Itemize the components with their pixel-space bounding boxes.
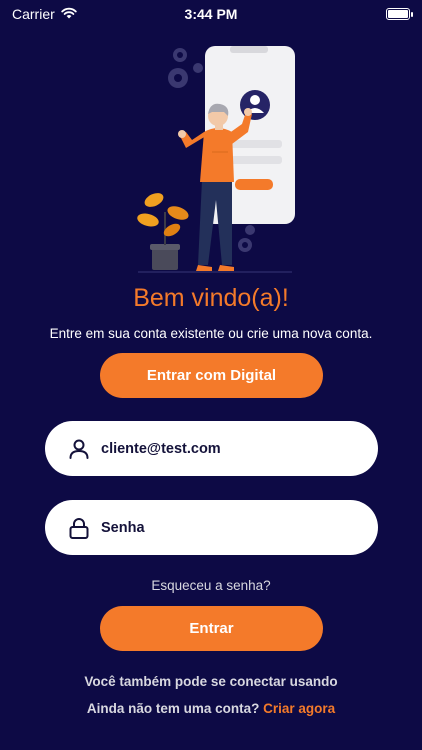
wifi-icon <box>61 6 77 22</box>
password-input[interactable] <box>101 519 341 536</box>
status-left: Carrier <box>12 6 77 22</box>
password-field[interactable] <box>45 500 378 555</box>
status-time: 3:44 PM <box>184 6 238 22</box>
welcome-illustration <box>120 40 310 275</box>
connect-with-text: Você também pode se conectar usando <box>84 674 338 689</box>
forgot-password-link[interactable]: Esqueceu a senha? <box>0 578 422 593</box>
carrier-label: Carrier <box>12 6 55 22</box>
email-input[interactable] <box>101 440 341 457</box>
create-account-link[interactable]: Criar agora <box>263 701 335 716</box>
signup-row: Ainda não tem uma conta? Criar agora <box>0 701 422 716</box>
status-bar: Carrier 3:44 PM <box>0 0 422 28</box>
no-account-text: Ainda não tem uma conta? <box>86 701 260 716</box>
user-icon <box>67 437 91 461</box>
login-button[interactable]: Entrar <box>100 606 323 651</box>
lock-icon <box>67 516 91 540</box>
fingerprint-login-button[interactable]: Entrar com Digital <box>100 353 323 398</box>
welcome-subtitle: Entre em sua conta existente ou crie uma… <box>49 326 373 341</box>
battery-icon <box>386 8 413 20</box>
email-field[interactable] <box>45 421 378 476</box>
welcome-title: Bem vindo(a)! <box>133 284 289 312</box>
